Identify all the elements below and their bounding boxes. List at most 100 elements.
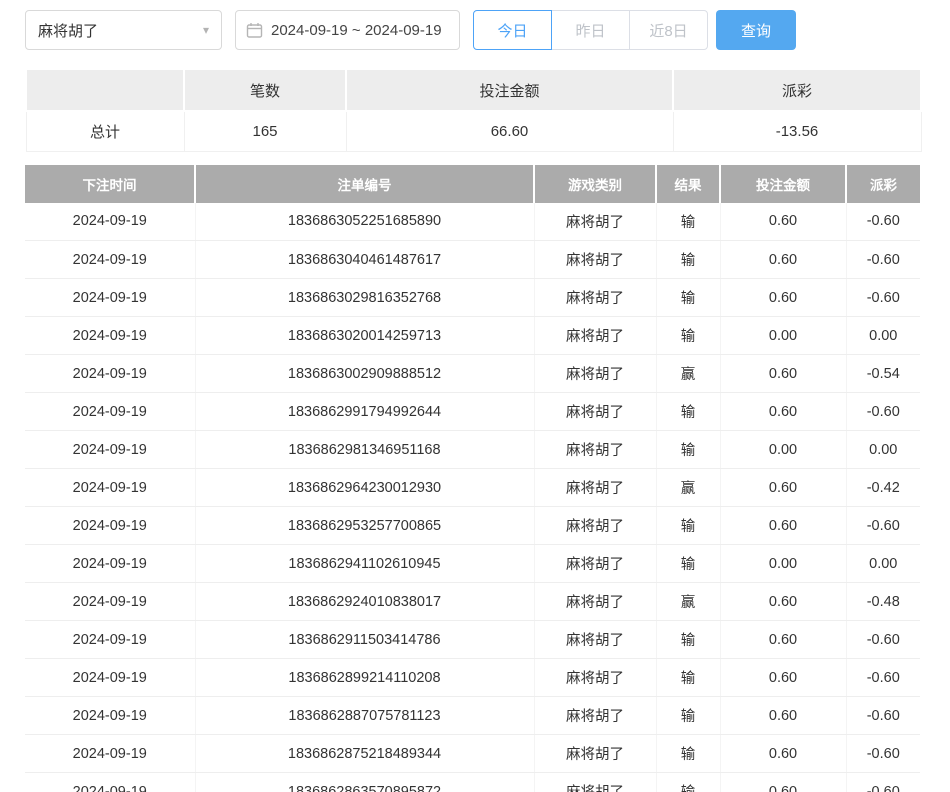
game-type-cell: 麻将胡了 [534,317,656,355]
result-cell: 输 [656,545,720,583]
column-header: 派彩 [846,165,920,203]
result-cell: 赢 [656,583,720,621]
bet-time-cell: 2024-09-19 [25,545,195,583]
table-row: 2024-09-191836862953257700865麻将胡了输0.60-0… [25,507,920,545]
result-cell: 输 [656,241,720,279]
payout-cell: -0.60 [846,697,920,735]
bet-amount-cell: 0.00 [720,545,846,583]
game-type-cell: 麻将胡了 [534,545,656,583]
bet-amount-cell: 0.60 [720,697,846,735]
summary-header-count: 笔数 [184,69,346,111]
bet-amount-cell: 0.60 [720,583,846,621]
game-type-cell: 麻将胡了 [534,431,656,469]
bet-amount-cell: 0.60 [720,203,846,241]
order-id-cell: 1836862875218489344 [195,735,534,773]
payout-cell: -0.60 [846,659,920,697]
bet-amount-cell: 0.60 [720,773,846,792]
summary-header-payout: 派彩 [673,69,921,111]
today-button[interactable]: 今日 [473,10,552,50]
result-cell: 输 [656,773,720,792]
table-row: 2024-09-191836862875218489344麻将胡了输0.60-0… [25,735,920,773]
total-payout: -13.56 [673,111,921,151]
payout-cell: 0.00 [846,545,920,583]
result-cell: 赢 [656,355,720,393]
date-range-input[interactable]: 2024-09-19 ~ 2024-09-19 [235,10,460,50]
bet-time-cell: 2024-09-19 [25,773,195,792]
bet-time-cell: 2024-09-19 [25,621,195,659]
summary-table: 笔数 投注金额 派彩 总计 165 66.60 -13.56 [25,68,922,152]
table-row: 2024-09-191836862899214110208麻将胡了输0.60-0… [25,659,920,697]
bet-time-cell: 2024-09-19 [25,203,195,241]
order-id-cell: 1836863002909888512 [195,355,534,393]
table-row: 2024-09-191836862924010838017麻将胡了赢0.60-0… [25,583,920,621]
date-range-value: 2024-09-19 ~ 2024-09-19 [271,22,442,39]
game-select-value: 麻将胡了 [38,20,98,41]
game-type-cell: 麻将胡了 [534,697,656,735]
last-8-days-button[interactable]: 近8日 [629,10,708,50]
payout-cell: -0.60 [846,507,920,545]
order-id-cell: 1836862991794992644 [195,393,534,431]
order-id-cell: 1836862911503414786 [195,621,534,659]
bet-time-cell: 2024-09-19 [25,241,195,279]
total-count: 165 [184,111,346,151]
bet-time-cell: 2024-09-19 [25,735,195,773]
bet-table-body: 2024-09-191836863052251685890麻将胡了输0.60-0… [25,203,920,792]
payout-cell: -0.60 [846,393,920,431]
chevron-down-icon: ▾ [203,24,209,36]
game-type-cell: 麻将胡了 [534,735,656,773]
result-cell: 输 [656,621,720,659]
game-type-cell: 麻将胡了 [534,469,656,507]
bet-amount-cell: 0.00 [720,317,846,355]
payout-cell: -0.60 [846,735,920,773]
game-type-cell: 麻将胡了 [534,773,656,792]
result-cell: 输 [656,659,720,697]
order-id-cell: 1836863020014259713 [195,317,534,355]
order-id-cell: 1836862887075781123 [195,697,534,735]
bet-time-cell: 2024-09-19 [25,279,195,317]
bet-amount-cell: 0.60 [720,241,846,279]
summary-header-empty [26,69,184,111]
bet-time-cell: 2024-09-19 [25,431,195,469]
bet-table-head-row: 下注时间注单编号游戏类别结果投注金额派彩 [25,165,920,203]
game-type-cell: 麻将胡了 [534,203,656,241]
game-select[interactable]: 麻将胡了 ▾ [25,10,222,50]
bet-amount-cell: 0.60 [720,507,846,545]
bet-time-cell: 2024-09-19 [25,697,195,735]
game-type-cell: 麻将胡了 [534,621,656,659]
total-label: 总计 [26,111,184,151]
column-header: 注单编号 [195,165,534,203]
payout-cell: 0.00 [846,317,920,355]
table-row: 2024-09-191836862991794992644麻将胡了输0.60-0… [25,393,920,431]
table-row: 2024-09-191836863002909888512麻将胡了赢0.60-0… [25,355,920,393]
bet-amount-cell: 0.60 [720,621,846,659]
bet-amount-cell: 0.60 [720,469,846,507]
table-row: 2024-09-191836862911503414786麻将胡了输0.60-0… [25,621,920,659]
game-type-cell: 麻将胡了 [534,241,656,279]
bet-time-cell: 2024-09-19 [25,583,195,621]
query-button[interactable]: 查询 [716,10,796,50]
result-cell: 赢 [656,469,720,507]
column-header: 下注时间 [25,165,195,203]
bet-time-cell: 2024-09-19 [25,393,195,431]
bet-amount-cell: 0.60 [720,659,846,697]
game-type-cell: 麻将胡了 [534,507,656,545]
summary-header-row: 笔数 投注金额 派彩 [26,69,921,111]
yesterday-button[interactable]: 昨日 [551,10,630,50]
table-row: 2024-09-191836862941102610945麻将胡了输0.000.… [25,545,920,583]
game-type-cell: 麻将胡了 [534,393,656,431]
column-header: 游戏类别 [534,165,656,203]
payout-cell: -0.42 [846,469,920,507]
bet-amount-cell: 0.60 [720,735,846,773]
order-id-cell: 1836862953257700865 [195,507,534,545]
table-row: 2024-09-191836863052251685890麻将胡了输0.60-0… [25,203,920,241]
table-row: 2024-09-191836862887075781123麻将胡了输0.60-0… [25,697,920,735]
result-cell: 输 [656,697,720,735]
table-row: 2024-09-191836862981346951168麻将胡了输0.000.… [25,431,920,469]
bet-time-cell: 2024-09-19 [25,355,195,393]
game-type-cell: 麻将胡了 [534,355,656,393]
bet-records-table: 下注时间注单编号游戏类别结果投注金额派彩 2024-09-19183686305… [25,165,920,792]
game-type-cell: 麻将胡了 [534,583,656,621]
bet-amount-cell: 0.60 [720,279,846,317]
order-id-cell: 1836862941102610945 [195,545,534,583]
result-cell: 输 [656,317,720,355]
